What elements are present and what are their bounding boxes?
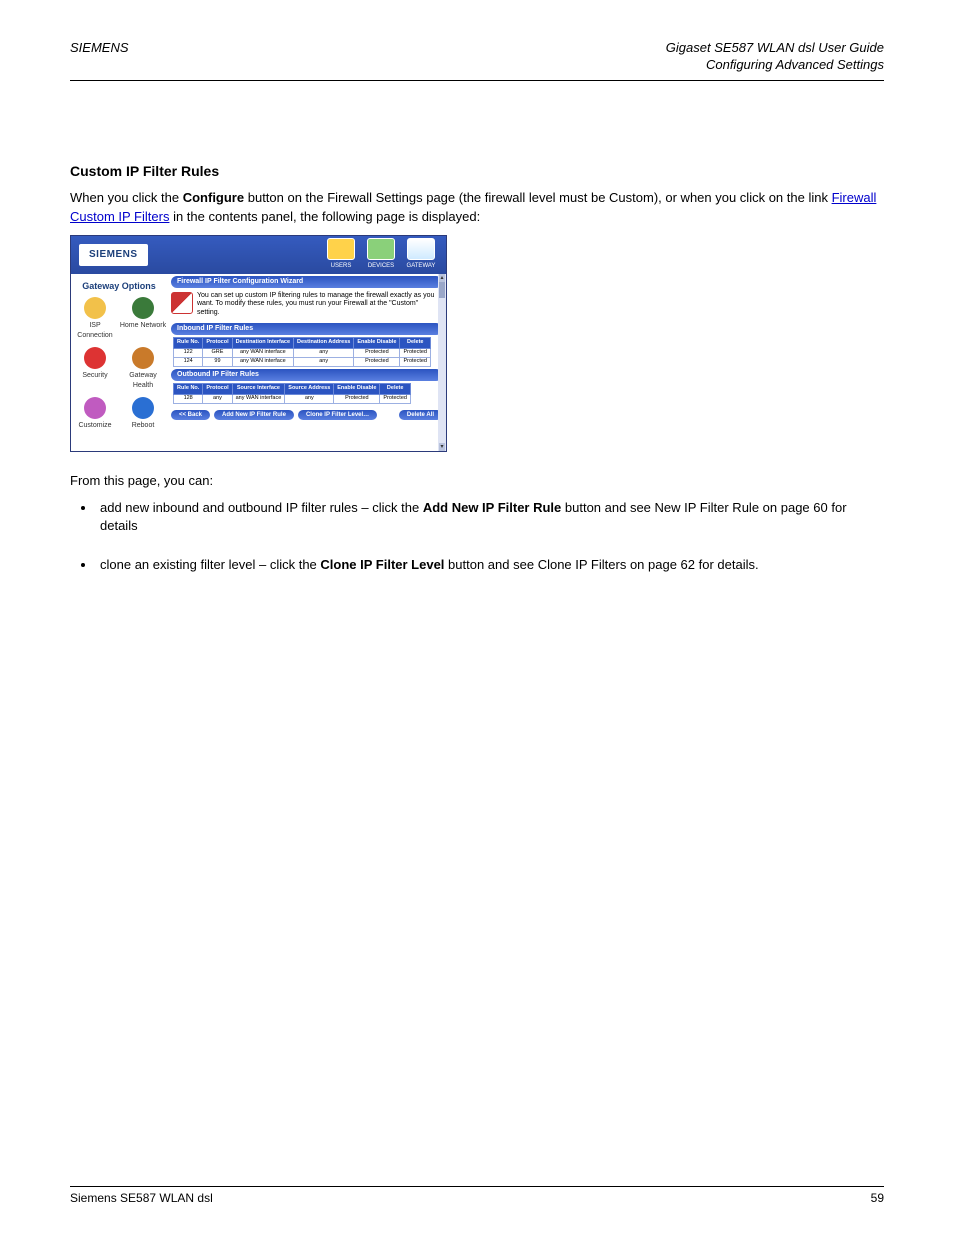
list-item: clone an existing filter level – click t… bbox=[96, 556, 884, 575]
intro-paragraph: When you click the Configure button on t… bbox=[70, 189, 884, 227]
ss-main: Firewall IP Filter Configuration Wizard … bbox=[167, 274, 446, 451]
scroll-up-icon[interactable]: ▴ bbox=[439, 274, 445, 282]
header-left: SIEMENS bbox=[70, 40, 129, 74]
list-item: add new inbound and outbound IP filter r… bbox=[96, 499, 884, 537]
header-right-line2: Configuring Advanced Settings bbox=[666, 57, 884, 74]
new-ip-filter-rule-link: New IP Filter Rule bbox=[655, 500, 760, 515]
sidebar-item[interactable]: Home Network bbox=[119, 297, 167, 341]
footer-left: Siemens SE587 WLAN dsl bbox=[70, 1191, 213, 1205]
table-header: Protocol bbox=[203, 337, 232, 348]
footer-page-number: 59 bbox=[871, 1191, 884, 1205]
scroll-down-icon[interactable]: ▾ bbox=[439, 443, 445, 451]
table-header: Source Interface bbox=[232, 383, 285, 394]
screenshot: SIEMENS USERS DEVICES GATEWAY bbox=[70, 235, 447, 452]
firewall-icon bbox=[171, 292, 193, 314]
ss-scrollbar[interactable]: ▴ ▾ bbox=[438, 274, 446, 451]
ss-sidebar: Gateway Options ISP ConnectionHome Netwo… bbox=[71, 274, 168, 451]
clone-ip-filters-link: Clone IP Filters bbox=[538, 557, 627, 572]
ss-tab-users[interactable]: USERS bbox=[324, 238, 358, 271]
ss-band-outbound: Outbound IP Filter Rules bbox=[171, 369, 442, 381]
sidebar-icon bbox=[84, 397, 106, 419]
ss-tab-gateway[interactable]: GATEWAY bbox=[404, 238, 438, 271]
bullet-list: add new inbound and outbound IP filter r… bbox=[96, 499, 884, 576]
table-header: Enable Disable bbox=[334, 383, 380, 394]
table-header: Destination Address bbox=[294, 337, 354, 348]
sidebar-label: Home Network bbox=[119, 321, 167, 331]
ss-logo: SIEMENS bbox=[79, 244, 148, 267]
ss-delete-all-button[interactable]: Delete All bbox=[399, 410, 442, 421]
sidebar-label: ISP Connection bbox=[71, 321, 119, 341]
sidebar-label: Reboot bbox=[119, 421, 167, 431]
sidebar-label: Customize bbox=[71, 421, 119, 431]
page-footer: Siemens SE587 WLAN dsl 59 bbox=[70, 1186, 884, 1205]
header-right-line1: Gigaset SE587 WLAN dsl User Guide bbox=[666, 40, 884, 57]
sidebar-item[interactable]: Security bbox=[71, 347, 119, 391]
sidebar-label: Gateway Health bbox=[119, 371, 167, 391]
scroll-thumb[interactable] bbox=[439, 282, 445, 298]
ss-add-button[interactable]: Add New IP Filter Rule bbox=[214, 410, 294, 421]
ss-sidebar-title: Gateway Options bbox=[71, 280, 167, 293]
sidebar-item[interactable]: Customize bbox=[71, 397, 119, 431]
footer-rule bbox=[70, 1186, 884, 1187]
ss-desc: You can set up custom IP filtering rules… bbox=[167, 290, 446, 321]
section-heading: Custom IP Filter Rules bbox=[70, 161, 884, 181]
table-row: 128anyany WAN interfaceanyProtectedProte… bbox=[174, 394, 411, 403]
ss-button-row: << Back Add New IP Filter Rule Clone IP … bbox=[167, 406, 446, 425]
table-header: Protocol bbox=[203, 383, 232, 394]
header-right: Gigaset SE587 WLAN dsl User Guide Config… bbox=[666, 40, 884, 74]
table-header: Rule No. bbox=[174, 337, 203, 348]
lead-text: From this page, you can: bbox=[70, 472, 884, 491]
sidebar-icon bbox=[84, 347, 106, 369]
page-header: SIEMENS Gigaset SE587 WLAN dsl User Guid… bbox=[70, 40, 884, 74]
ss-outbound-table: Rule No.ProtocolSource InterfaceSource A… bbox=[173, 383, 411, 404]
ss-topbar: SIEMENS USERS DEVICES GATEWAY bbox=[71, 236, 446, 274]
ss-tab-devices[interactable]: DEVICES bbox=[364, 238, 398, 271]
ss-tabs: USERS DEVICES GATEWAY bbox=[324, 238, 438, 271]
table-header: Destination Interface bbox=[232, 337, 293, 348]
table-header: Delete bbox=[380, 383, 411, 394]
sidebar-item[interactable]: Gateway Health bbox=[119, 347, 167, 391]
ss-inbound-table: Rule No.ProtocolDestination InterfaceDes… bbox=[173, 337, 431, 367]
table-row: 12499any WAN interfaceanyProtectedProtec… bbox=[174, 357, 431, 366]
sidebar-icon bbox=[132, 347, 154, 369]
table-header: Source Address bbox=[285, 383, 334, 394]
sidebar-icon bbox=[84, 297, 106, 319]
devices-icon bbox=[367, 238, 395, 260]
ss-band-inbound: Inbound IP Filter Rules bbox=[171, 323, 442, 335]
sidebar-icon bbox=[132, 397, 154, 419]
users-icon bbox=[327, 238, 355, 260]
sidebar-item[interactable]: ISP Connection bbox=[71, 297, 119, 341]
table-row: 122GREany WAN interfaceanyProtectedProte… bbox=[174, 348, 431, 357]
ss-clone-button[interactable]: Clone IP Filter Level… bbox=[298, 410, 377, 421]
sidebar-item[interactable]: Reboot bbox=[119, 397, 167, 431]
table-header: Delete bbox=[400, 337, 431, 348]
ss-back-button[interactable]: << Back bbox=[171, 410, 210, 421]
ss-band-wizard: Firewall IP Filter Configuration Wizard bbox=[171, 276, 442, 288]
header-rule bbox=[70, 80, 884, 81]
sidebar-label: Security bbox=[71, 371, 119, 381]
sidebar-icon bbox=[132, 297, 154, 319]
table-header: Enable Disable bbox=[354, 337, 400, 348]
table-header: Rule No. bbox=[174, 383, 203, 394]
gateway-icon bbox=[407, 238, 435, 260]
